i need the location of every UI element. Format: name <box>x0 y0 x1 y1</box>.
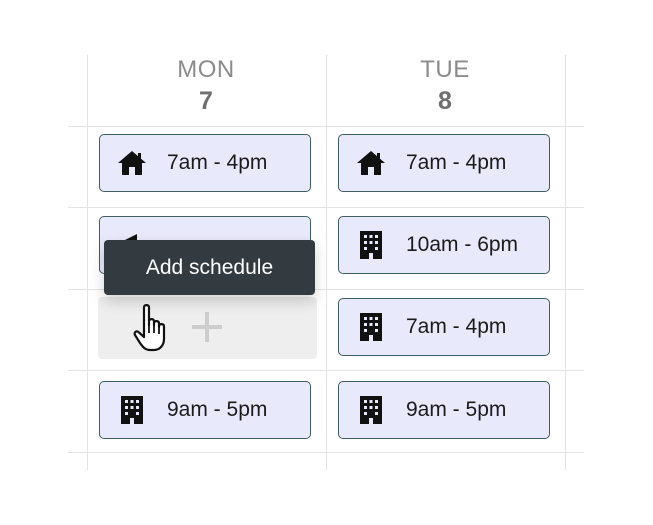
day-name: MON <box>177 56 235 83</box>
shift-time: 7am - 4pm <box>406 315 507 338</box>
shift-time: 9am - 5pm <box>406 398 507 421</box>
day-date: 7 <box>199 87 213 115</box>
shift-time: 7am - 4pm <box>167 151 268 174</box>
shift-card[interactable]: 10am - 6pm <box>338 216 550 274</box>
hand-cursor-icon <box>132 303 176 353</box>
day-header-mon: MON 7 <box>87 56 325 116</box>
shift-card[interactable]: 7am - 4pm <box>338 134 550 192</box>
grid-line <box>68 207 584 208</box>
day-header-tue: TUE 8 <box>326 56 564 116</box>
add-schedule-tooltip: Add schedule <box>104 240 315 295</box>
shift-card[interactable]: 9am - 5pm <box>338 381 550 439</box>
grid-line <box>326 55 327 470</box>
grid-line <box>68 452 584 453</box>
shift-time: 9am - 5pm <box>167 398 268 421</box>
home-icon <box>117 148 147 178</box>
shift-time: 7am - 4pm <box>406 151 507 174</box>
shift-card[interactable]: 7am - 4pm <box>338 298 550 356</box>
grid-line <box>565 55 566 470</box>
building-icon <box>356 312 386 342</box>
day-name: TUE <box>420 56 470 83</box>
home-icon <box>356 148 386 178</box>
grid-line <box>87 55 88 470</box>
shift-card[interactable]: 7am - 4pm <box>99 134 311 192</box>
plus-icon <box>190 310 224 344</box>
shift-time: 10am - 6pm <box>406 233 519 256</box>
building-icon <box>356 395 386 425</box>
day-date: 8 <box>438 87 452 115</box>
grid-line <box>68 370 584 371</box>
grid-line <box>68 126 584 127</box>
shift-card[interactable]: 9am - 5pm <box>99 381 311 439</box>
building-icon <box>117 395 147 425</box>
building-icon <box>356 230 386 260</box>
